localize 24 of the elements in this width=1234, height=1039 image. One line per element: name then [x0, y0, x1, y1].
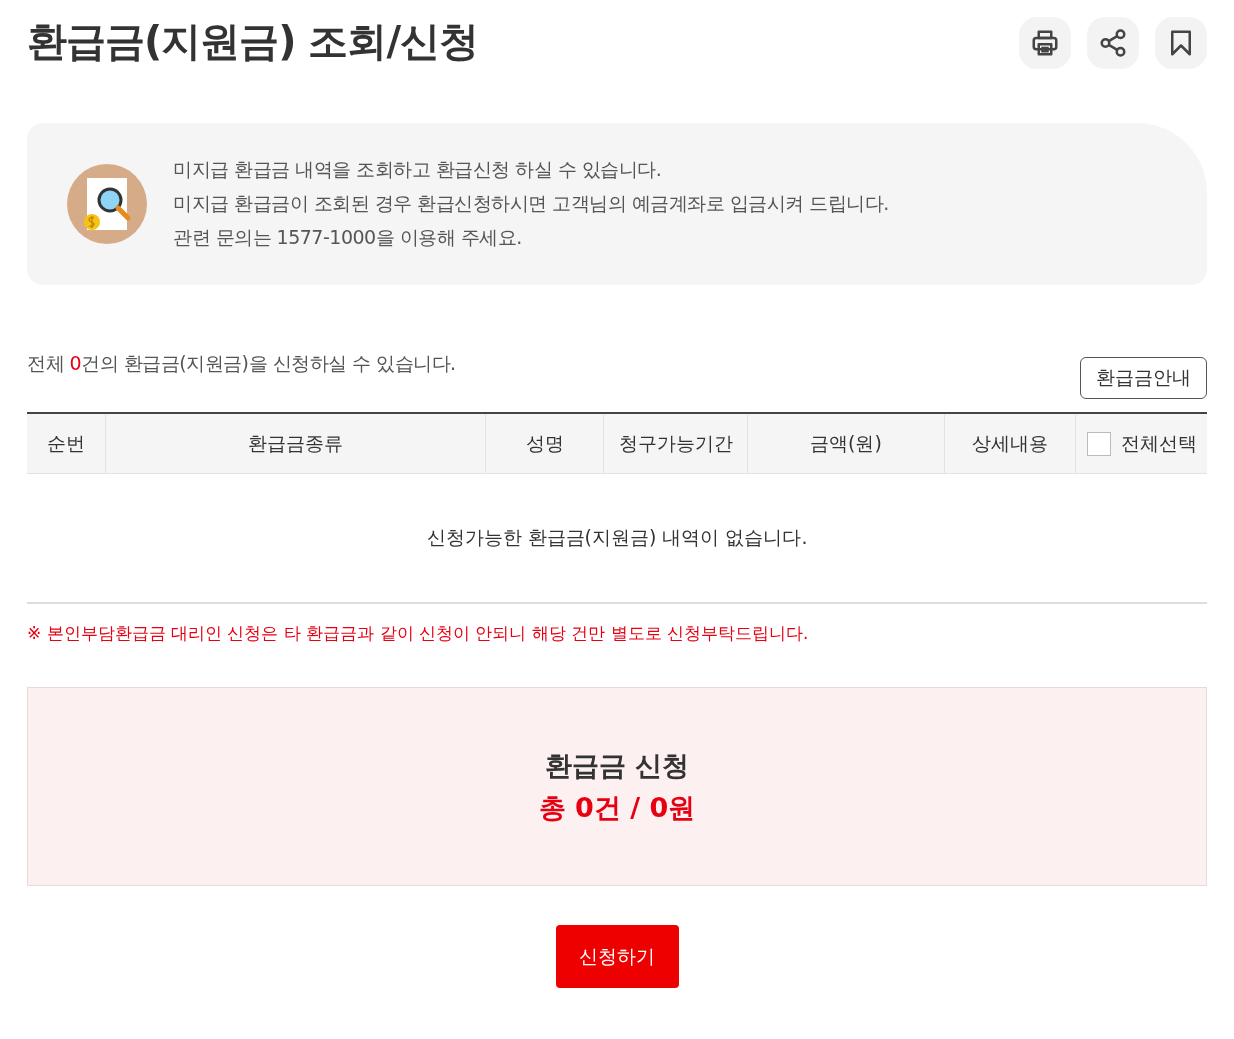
column-header: 금액(원): [810, 430, 882, 456]
print-button[interactable]: [1019, 16, 1071, 69]
empty-message: 신청가능한 환급금(지원금) 내역이 없습니다.: [426, 525, 808, 550]
submit-button[interactable]: 신청하기: [555, 925, 679, 988]
column-header: 전체선택: [1120, 430, 1197, 456]
guide-button[interactable]: 환급금안내: [1080, 357, 1207, 399]
column-header: 순번: [47, 430, 85, 456]
share-button[interactable]: [1087, 16, 1139, 69]
total-amount: 총 0건 / 0원: [538, 790, 696, 825]
notice-text: ※ 본인부담환급금 대리인 신청은 타 환급금과 같이 신청이 안되니 해당 건만 별도로 신청부탁드립니다.: [27, 622, 810, 645]
column-header: 성명: [525, 430, 564, 456]
info-text: 관련 문의는 1577-1000을 이용해 주세요.: [173, 225, 523, 250]
bookmark-button[interactable]: [1155, 16, 1207, 69]
select-all-checkbox[interactable]: [1086, 431, 1111, 456]
column-header: 상세내용: [972, 430, 1048, 456]
summary-text: 전체 0건의 환급금(지원금)을 신청하실 수 있습니다.: [27, 351, 456, 376]
info-text: 미지급 환급금 내역을 조회하고 환급신청 하실 수 있습니다.: [173, 157, 663, 182]
info-text: 미지급 환급금이 조회된 경우 환급신청하시면 고객님의 예금계좌로 입금시켜 드립니다.: [173, 191, 889, 216]
column-header: 청구가능기간: [618, 430, 733, 456]
page-title: 환급금(지원금) 조회/신청: [27, 17, 479, 66]
document-magnifier-icon: [67, 164, 147, 244]
total-title: 환급금 신청: [544, 748, 690, 783]
column-header: 환급금종류: [248, 430, 343, 456]
share-icon: [1098, 27, 1128, 58]
